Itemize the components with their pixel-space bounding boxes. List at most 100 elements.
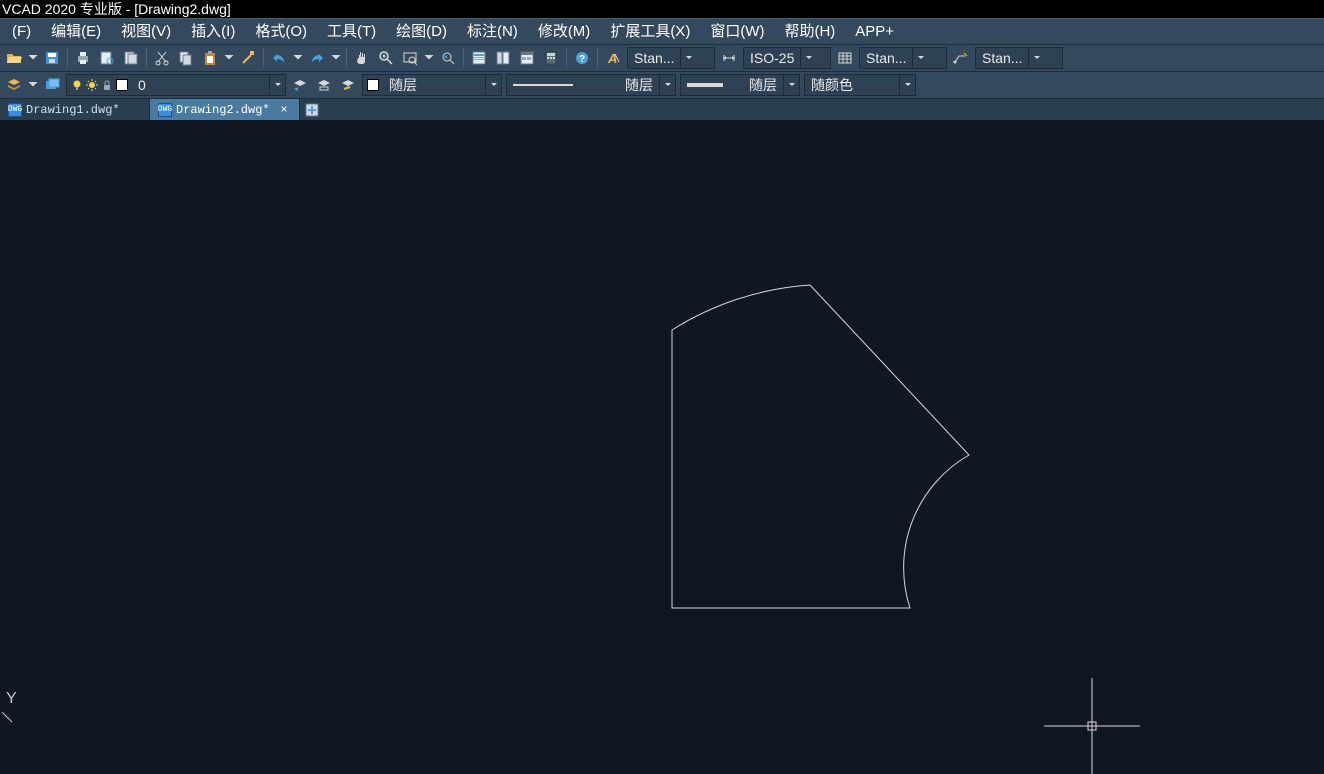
document-tabbar: DWG Drawing1.dwg* DWG Drawing2.dwg* × xyxy=(0,98,1324,120)
undo-button[interactable] xyxy=(268,47,290,69)
plotstyle-value: 随颜色 xyxy=(805,75,899,95)
chevron-down-icon xyxy=(485,75,501,95)
menu-draw[interactable]: 绘图(D) xyxy=(386,19,457,45)
separator xyxy=(146,48,147,68)
textstyle-value: Stan... xyxy=(628,50,680,66)
separator xyxy=(263,48,264,68)
color-value: 随层 xyxy=(383,75,485,95)
cut-button[interactable] xyxy=(151,47,173,69)
menu-window[interactable]: 窗口(W) xyxy=(700,19,774,45)
menu-extension[interactable]: 扩展工具(X) xyxy=(600,19,700,45)
layer-value: 0 xyxy=(132,77,269,93)
paste-dropdown[interactable] xyxy=(223,47,235,69)
chevron-down-icon xyxy=(912,48,928,68)
mleaderstyle-value: Stan... xyxy=(976,50,1028,66)
undo-dropdown[interactable] xyxy=(292,47,304,69)
svg-text:A: A xyxy=(607,51,617,66)
textstyle-combo[interactable]: Stan... xyxy=(627,47,715,69)
print-preview-button[interactable] xyxy=(96,47,118,69)
layer-dropdown[interactable] xyxy=(27,74,39,96)
lock-icon xyxy=(101,79,113,91)
layer-state-icons xyxy=(67,79,132,91)
drawing-content: Y xyxy=(0,120,1324,731)
menu-dimension[interactable]: 标注(N) xyxy=(457,19,528,45)
layer-states-button[interactable] xyxy=(41,74,63,96)
lineweight-combo[interactable]: 随层 xyxy=(680,74,800,96)
pan-button[interactable] xyxy=(351,47,373,69)
separator xyxy=(597,48,598,68)
dimstyle-value: ISO-25 xyxy=(744,50,800,66)
paste-button[interactable] xyxy=(199,47,221,69)
properties-button[interactable] xyxy=(468,47,490,69)
separator xyxy=(566,48,567,68)
save-button[interactable] xyxy=(41,47,63,69)
help-button[interactable]: ? xyxy=(571,47,593,69)
menu-help[interactable]: 帮助(H) xyxy=(774,19,845,45)
zoom-window-button[interactable] xyxy=(399,47,421,69)
menu-insert[interactable]: 插入(I) xyxy=(181,19,245,45)
tab-label: Drawing2.dwg* xyxy=(176,103,270,117)
layer-previous-button[interactable] xyxy=(289,74,311,96)
tab-drawing1[interactable]: DWG Drawing1.dwg* xyxy=(0,99,150,120)
copy-button[interactable] xyxy=(175,47,197,69)
dimstyle-icon[interactable] xyxy=(718,47,740,69)
layer-match-button[interactable] xyxy=(337,74,359,96)
separator xyxy=(463,48,464,68)
drawing-canvas[interactable]: Y xyxy=(0,120,1324,731)
zoom-dropdown[interactable] xyxy=(423,47,435,69)
document-icon: DWG xyxy=(158,103,172,117)
print-button[interactable] xyxy=(72,47,94,69)
redo-button[interactable] xyxy=(306,47,328,69)
tab-drawing2[interactable]: DWG Drawing2.dwg* × xyxy=(150,99,300,120)
linetype-combo[interactable]: 随层 xyxy=(506,74,676,96)
close-icon[interactable]: × xyxy=(277,103,291,117)
textstyle-icon[interactable]: A xyxy=(602,47,624,69)
color-swatch xyxy=(367,79,379,91)
layer-combo[interactable]: 0 xyxy=(66,74,286,96)
tool-palettes-button[interactable] xyxy=(516,47,538,69)
mleaderstyle-combo[interactable]: Stan... xyxy=(975,47,1063,69)
mleaderstyle-icon[interactable] xyxy=(950,47,972,69)
separator xyxy=(346,48,347,68)
color-swatch-container xyxy=(363,79,383,91)
menu-edit[interactable]: 编辑(E) xyxy=(41,19,111,45)
chevron-down-icon xyxy=(659,75,675,95)
plotstyle-combo[interactable]: 随颜色 xyxy=(804,74,916,96)
zoom-realtime-button[interactable] xyxy=(375,47,397,69)
publish-button[interactable] xyxy=(120,47,142,69)
tab-label: Drawing1.dwg* xyxy=(26,103,120,117)
svg-text:Y: Y xyxy=(6,690,17,707)
menu-format[interactable]: 格式(O) xyxy=(245,19,317,45)
chevron-down-icon xyxy=(800,48,816,68)
menu-file[interactable]: (F) xyxy=(2,19,41,45)
layer-properties-button[interactable] xyxy=(3,74,25,96)
open-button[interactable] xyxy=(3,47,25,69)
dimstyle-combo[interactable]: ISO-25 xyxy=(743,47,831,69)
standard-toolbar: ? A Stan... ISO-25 Stan... Stan... xyxy=(0,44,1324,71)
menu-modify[interactable]: 修改(M) xyxy=(528,19,601,45)
zoom-previous-button[interactable] xyxy=(437,47,459,69)
calculator-button[interactable] xyxy=(540,47,562,69)
linetype-preview xyxy=(507,84,573,86)
menu-view[interactable]: 视图(V) xyxy=(111,19,181,45)
menu-app[interactable]: APP+ xyxy=(845,19,904,45)
design-center-button[interactable] xyxy=(492,47,514,69)
chevron-down-icon xyxy=(899,75,915,95)
redo-dropdown[interactable] xyxy=(330,47,342,69)
title-bar: VCAD 2020 专业版 - [Drawing2.dwg] xyxy=(0,0,1324,18)
open-dropdown[interactable] xyxy=(27,47,39,69)
tablestyle-combo[interactable]: Stan... xyxy=(859,47,947,69)
lineweight-value: 随层 xyxy=(723,75,783,95)
svg-text:?: ? xyxy=(579,54,585,65)
properties-toolbar: 0 随层 随层 随层 随颜色 xyxy=(0,71,1324,98)
matchprop-button[interactable] xyxy=(237,47,259,69)
color-combo[interactable]: 随层 xyxy=(362,74,502,96)
lightbulb-icon xyxy=(71,79,83,91)
separator xyxy=(67,48,68,68)
tablestyle-icon[interactable] xyxy=(834,47,856,69)
chevron-down-icon xyxy=(1028,48,1044,68)
new-tab-button[interactable] xyxy=(300,99,324,120)
menu-tools[interactable]: 工具(T) xyxy=(317,19,386,45)
menu-bar: (F) 编辑(E) 视图(V) 插入(I) 格式(O) 工具(T) 绘图(D) … xyxy=(0,18,1324,44)
layer-isolate-button[interactable] xyxy=(313,74,335,96)
